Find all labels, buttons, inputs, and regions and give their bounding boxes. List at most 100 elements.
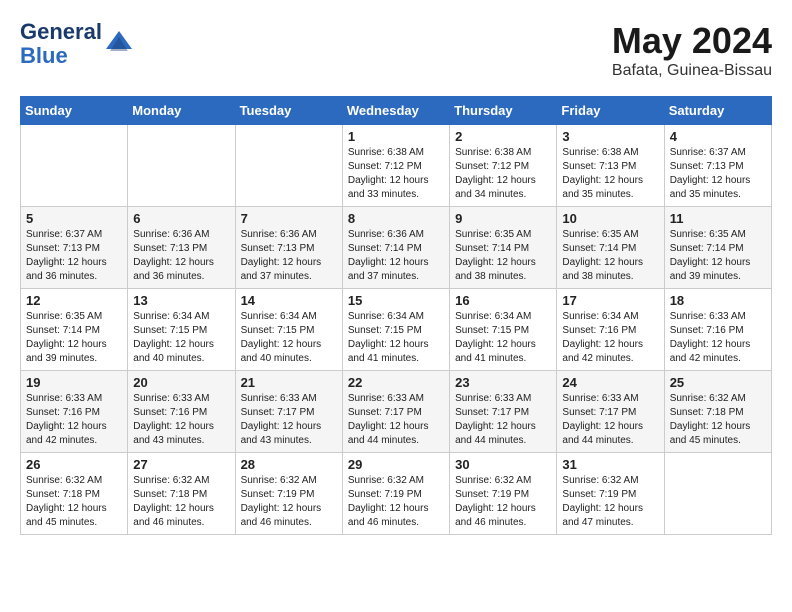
day-number: 31 xyxy=(562,457,658,472)
weekday-header: Wednesday xyxy=(342,97,449,125)
location: Bafata, Guinea-Bissau xyxy=(612,62,772,80)
calendar-cell: 3 Sunrise: 6:38 AM Sunset: 7:13 PM Daylig… xyxy=(557,125,664,207)
day-info: Sunrise: 6:32 AM Sunset: 7:18 PM Dayligh… xyxy=(133,474,229,530)
calendar-cell: 19 Sunrise: 6:33 AM Sunset: 7:16 PM Dayli… xyxy=(21,371,128,453)
weekday-header: Saturday xyxy=(664,97,771,125)
day-number: 26 xyxy=(26,457,122,472)
day-number: 16 xyxy=(455,293,551,308)
day-number: 8 xyxy=(348,211,444,226)
logo: General Blue xyxy=(20,20,134,68)
day-number: 4 xyxy=(670,129,766,144)
day-number: 18 xyxy=(670,293,766,308)
calendar-week-row: 26 Sunrise: 6:32 AM Sunset: 7:18 PM Dayli… xyxy=(21,453,772,535)
day-number: 6 xyxy=(133,211,229,226)
day-info: Sunrise: 6:33 AM Sunset: 7:16 PM Dayligh… xyxy=(670,310,766,366)
day-number: 14 xyxy=(241,293,337,308)
calendar-cell xyxy=(235,125,342,207)
calendar-cell: 16Sunrise: 6:34 AM Sunset: 7:15 PM Dayli… xyxy=(450,289,557,371)
calendar-cell: 13 Sunrise: 6:34 AM Sunset: 7:15 PM Dayli… xyxy=(128,289,235,371)
day-number: 28 xyxy=(241,457,337,472)
day-info: Sunrise: 6:32 AM Sunset: 7:18 PM Dayligh… xyxy=(26,474,122,530)
day-info: Sunrise: 6:35 AM Sunset: 7:14 PM Dayligh… xyxy=(562,228,658,284)
day-info: Sunrise: 6:33 AM Sunset: 7:17 PM Dayligh… xyxy=(348,392,444,448)
calendar-cell: 11 Sunrise: 6:35 AM Sunset: 7:14 PM Dayli… xyxy=(664,207,771,289)
day-number: 11 xyxy=(670,211,766,226)
day-info: Sunrise: 6:32 AM Sunset: 7:19 PM Dayligh… xyxy=(562,474,658,530)
day-info: Sunrise: 6:33 AM Sunset: 7:16 PM Dayligh… xyxy=(133,392,229,448)
calendar-cell: 18 Sunrise: 6:33 AM Sunset: 7:16 PM Dayli… xyxy=(664,289,771,371)
day-info: Sunrise: 6:38 AM Sunset: 7:13 PM Dayligh… xyxy=(562,146,658,202)
logo-line1: General xyxy=(20,19,102,44)
calendar-cell: 17 Sunrise: 6:34 AM Sunset: 7:16 PM Dayli… xyxy=(557,289,664,371)
calendar-week-row: 12 Sunrise: 6:35 AM Sunset: 7:14 PM Dayli… xyxy=(21,289,772,371)
day-number: 12 xyxy=(26,293,122,308)
calendar-cell: 21Sunrise: 6:33 AM Sunset: 7:17 PM Dayli… xyxy=(235,371,342,453)
weekday-header: Monday xyxy=(128,97,235,125)
day-number: 2 xyxy=(455,129,551,144)
day-info: Sunrise: 6:36 AM Sunset: 7:14 PM Dayligh… xyxy=(348,228,444,284)
weekday-header-row: SundayMondayTuesdayWednesdayThursdayFrid… xyxy=(21,97,772,125)
calendar-cell: 4 Sunrise: 6:37 AM Sunset: 7:13 PM Daylig… xyxy=(664,125,771,207)
page-header: General Blue May 2024 Bafata, Guinea-Bis… xyxy=(20,20,772,80)
day-number: 3 xyxy=(562,129,658,144)
day-number: 10 xyxy=(562,211,658,226)
day-number: 24 xyxy=(562,375,658,390)
day-info: Sunrise: 6:32 AM Sunset: 7:19 PM Dayligh… xyxy=(455,474,551,530)
day-number: 9 xyxy=(455,211,551,226)
calendar-cell: 20 Sunrise: 6:33 AM Sunset: 7:16 PM Dayli… xyxy=(128,371,235,453)
day-number: 22 xyxy=(348,375,444,390)
day-number: 27 xyxy=(133,457,229,472)
calendar-cell: 1Sunrise: 6:38 AM Sunset: 7:12 PM Daylig… xyxy=(342,125,449,207)
weekday-header: Thursday xyxy=(450,97,557,125)
day-info: Sunrise: 6:34 AM Sunset: 7:15 PM Dayligh… xyxy=(241,310,337,366)
day-info: Sunrise: 6:36 AM Sunset: 7:13 PM Dayligh… xyxy=(241,228,337,284)
weekday-header: Sunday xyxy=(21,97,128,125)
calendar-cell: 23 Sunrise: 6:33 AM Sunset: 7:17 PM Dayli… xyxy=(450,371,557,453)
calendar-cell: 8 Sunrise: 6:36 AM Sunset: 7:14 PM Daylig… xyxy=(342,207,449,289)
day-info: Sunrise: 6:32 AM Sunset: 7:18 PM Dayligh… xyxy=(670,392,766,448)
day-number: 25 xyxy=(670,375,766,390)
logo-text: General Blue xyxy=(20,20,102,68)
calendar-cell: 6 Sunrise: 6:36 AM Sunset: 7:13 PM Daylig… xyxy=(128,207,235,289)
day-info: Sunrise: 6:35 AM Sunset: 7:14 PM Dayligh… xyxy=(455,228,551,284)
weekday-header: Friday xyxy=(557,97,664,125)
day-number: 20 xyxy=(133,375,229,390)
calendar-cell: 14 Sunrise: 6:34 AM Sunset: 7:15 PM Dayli… xyxy=(235,289,342,371)
day-info: Sunrise: 6:34 AM Sunset: 7:15 PM Dayligh… xyxy=(348,310,444,366)
day-number: 15 xyxy=(348,293,444,308)
day-info: Sunrise: 6:36 AM Sunset: 7:13 PM Dayligh… xyxy=(133,228,229,284)
calendar-cell: 24Sunrise: 6:33 AM Sunset: 7:17 PM Dayli… xyxy=(557,371,664,453)
day-number: 1 xyxy=(348,129,444,144)
day-info: Sunrise: 6:37 AM Sunset: 7:13 PM Dayligh… xyxy=(670,146,766,202)
calendar-cell: 31 Sunrise: 6:32 AM Sunset: 7:19 PM Dayli… xyxy=(557,453,664,535)
day-info: Sunrise: 6:34 AM Sunset: 7:16 PM Dayligh… xyxy=(562,310,658,366)
day-info: Sunrise: 6:33 AM Sunset: 7:16 PM Dayligh… xyxy=(26,392,122,448)
day-number: 13 xyxy=(133,293,229,308)
day-number: 17 xyxy=(562,293,658,308)
calendar-cell: 2 Sunrise: 6:38 AM Sunset: 7:12 PM Daylig… xyxy=(450,125,557,207)
day-info: Sunrise: 6:33 AM Sunset: 7:17 PM Dayligh… xyxy=(455,392,551,448)
weekday-header: Tuesday xyxy=(235,97,342,125)
calendar-cell: 15 Sunrise: 6:34 AM Sunset: 7:15 PM Dayli… xyxy=(342,289,449,371)
calendar-cell: 30Sunrise: 6:32 AM Sunset: 7:19 PM Dayli… xyxy=(450,453,557,535)
title-block: May 2024 Bafata, Guinea-Bissau xyxy=(612,20,772,80)
calendar-week-row: 1 Sunrise: 6:38 AM Sunset: 7:12 PM Daylig… xyxy=(21,125,772,207)
logo-line2: Blue xyxy=(20,43,68,68)
calendar-cell: 26 Sunrise: 6:32 AM Sunset: 7:18 PM Dayli… xyxy=(21,453,128,535)
calendar-week-row: 19 Sunrise: 6:33 AM Sunset: 7:16 PM Dayli… xyxy=(21,371,772,453)
calendar-cell: 7 Sunrise: 6:36 AM Sunset: 7:13 PM Daylig… xyxy=(235,207,342,289)
day-info: Sunrise: 6:38 AM Sunset: 7:12 PM Dayligh… xyxy=(455,146,551,202)
day-info: Sunrise: 6:35 AM Sunset: 7:14 PM Dayligh… xyxy=(670,228,766,284)
day-info: Sunrise: 6:34 AM Sunset: 7:15 PM Dayligh… xyxy=(133,310,229,366)
calendar-cell: 22 Sunrise: 6:33 AM Sunset: 7:17 PM Dayli… xyxy=(342,371,449,453)
calendar-cell xyxy=(21,125,128,207)
day-info: Sunrise: 6:35 AM Sunset: 7:14 PM Dayligh… xyxy=(26,310,122,366)
day-info: Sunrise: 6:37 AM Sunset: 7:13 PM Dayligh… xyxy=(26,228,122,284)
day-number: 19 xyxy=(26,375,122,390)
day-number: 23 xyxy=(455,375,551,390)
calendar-week-row: 5Sunrise: 6:37 AM Sunset: 7:13 PM Daylig… xyxy=(21,207,772,289)
logo-icon xyxy=(104,29,134,59)
day-number: 21 xyxy=(241,375,337,390)
day-number: 7 xyxy=(241,211,337,226)
calendar-table: SundayMondayTuesdayWednesdayThursdayFrid… xyxy=(20,96,772,535)
